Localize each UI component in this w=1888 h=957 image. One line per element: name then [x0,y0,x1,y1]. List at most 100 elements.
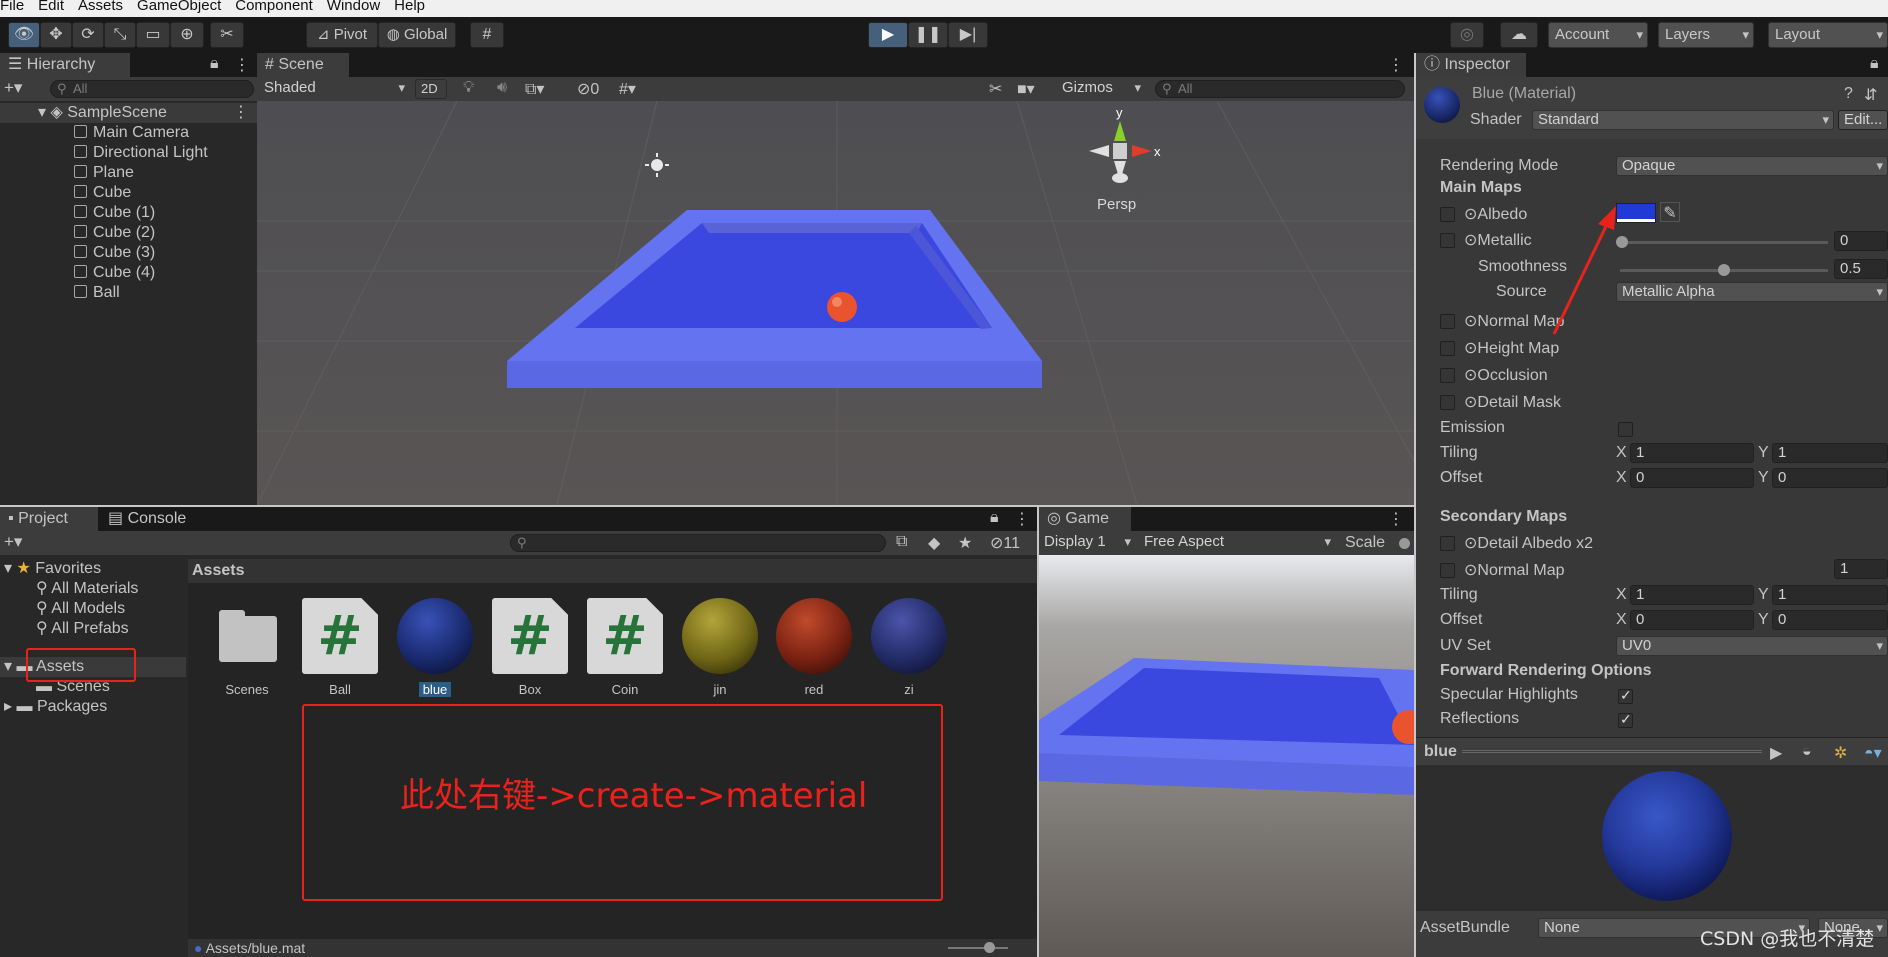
packages-folder-row[interactable]: ▸ ▬ Packages [0,697,186,717]
tab-hierarchy[interactable]: ☰ Hierarchy [0,53,130,77]
offset2-x-field[interactable]: 0 [1630,610,1754,630]
tab-inspector[interactable]: ⓘ Inspector [1416,53,1526,77]
account-dropdown[interactable]: Account [1548,22,1648,48]
aspect-dropdown[interactable]: Free Aspect [1139,533,1335,553]
hierarchy-item[interactable]: Cube (2) [0,223,257,243]
favorites-item[interactable]: ⚲ All Models [0,599,186,619]
asset-item[interactable]: # Coin [585,598,665,697]
transform-tool-button[interactable]: ⊕ [170,22,204,48]
asset-item[interactable]: # Box [490,598,570,697]
tab-game[interactable]: ◎ Game [1039,507,1131,531]
shader-edit-button[interactable]: Edit... [1838,110,1888,130]
normal-scale-field[interactable]: 1 [1834,559,1888,579]
scale-slider-knob[interactable] [1399,538,1410,549]
metallic-slider[interactable] [1616,236,1828,248]
preview-lights-icon[interactable]: ✲ [1834,743,1847,763]
asset-item[interactable]: red [774,598,854,697]
grid-snap-button[interactable]: # [470,22,504,48]
scene-viewport[interactable]: y x Persp [257,101,1414,505]
project-search-input[interactable]: ⚲ [510,534,886,552]
asset-item[interactable]: blue [395,598,475,697]
pause-button[interactable]: ❚❚ [908,22,948,48]
asset-item[interactable]: jin [680,598,760,697]
hierarchy-item[interactable]: Cube (1) [0,203,257,223]
menu-file[interactable]: File [0,0,24,13]
albedo-texture-slot[interactable] [1440,207,1455,222]
move-tool-button[interactable]: ✥ [40,22,72,48]
lock-icon[interactable]: 🔒︎ [990,509,999,527]
menu-assets[interactable]: Assets [78,0,123,13]
reflections-checkbox[interactable] [1618,711,1633,728]
favorites-item[interactable]: ⚲ All Prefabs [0,619,186,639]
favorites-item[interactable]: ⚲ All Materials [0,579,186,599]
lock-icon[interactable]: 🔒︎ [210,55,219,73]
help-icon[interactable]: ? [1844,85,1853,103]
normal-map-slot[interactable] [1440,314,1455,329]
filter-type-icon[interactable]: ⧉ [896,533,907,551]
menu-help[interactable]: Help [394,0,425,13]
tab-console[interactable]: ▤ Console [100,507,210,531]
metallic-value[interactable]: 0 [1834,231,1888,251]
lighting-icon[interactable]: 💡︎ [463,79,474,97]
play-button[interactable]: ▶ [868,22,908,48]
tiling-x-field[interactable]: 1 [1630,443,1754,463]
hierarchy-item[interactable]: Cube (4) [0,263,257,283]
custom-tool-button[interactable]: ✂ [210,22,244,48]
favorite-star-icon[interactable]: ★ [958,533,972,553]
tab-project[interactable]: ▪ Project [0,507,98,531]
gizmos-dropdown[interactable]: Gizmos [1057,79,1145,99]
tiling2-x-field[interactable]: 1 [1630,585,1754,605]
tiling-y-field[interactable]: 1 [1772,443,1888,463]
rotate-tool-button[interactable]: ⟳ [72,22,104,48]
menu-window[interactable]: Window [327,0,380,13]
layout-dropdown[interactable]: Layout [1768,22,1888,48]
pivot-button[interactable]: ⊿ Pivot [306,22,378,48]
view-tool-button[interactable]: 👁 [8,22,40,48]
detail-mask-slot[interactable] [1440,395,1455,410]
albedo-color-swatch[interactable] [1616,203,1656,223]
metallic-texture-slot[interactable] [1440,233,1455,248]
filter-label-icon[interactable]: ◆ [928,533,940,553]
mode-2d-button[interactable]: 2D [415,79,447,99]
grid-icon[interactable]: #▾ [619,79,636,99]
offset-x-field[interactable]: 0 [1630,468,1754,488]
tiling2-y-field[interactable]: 1 [1772,585,1888,605]
hierarchy-item[interactable]: Plane [0,163,257,183]
camera-icon[interactable]: ■▾ [1017,79,1035,99]
occlusion-slot[interactable] [1440,368,1455,383]
hidden-objects-icon[interactable]: ⊘0 [577,79,599,99]
smoothness-value[interactable]: 0.5 [1834,259,1888,279]
scene-menu-icon[interactable]: ⋮ [233,103,249,123]
specular-highlights-checkbox[interactable] [1618,687,1633,704]
layers-dropdown[interactable]: Layers [1658,22,1754,48]
preview-shape-icon[interactable]: ◓▾ [1864,743,1882,763]
preview-play-icon[interactable]: ▶ [1770,743,1782,763]
smoothness-slider[interactable] [1620,264,1828,276]
game-viewport[interactable] [1039,555,1414,957]
height-map-slot[interactable] [1440,341,1455,356]
hierarchy-search-input[interactable]: ⚲ All [50,80,254,98]
display-dropdown[interactable]: Display 1 [1039,533,1135,553]
hierarchy-item[interactable]: Cube (3) [0,243,257,263]
hierarchy-item[interactable]: Main Camera [0,123,257,143]
asset-item[interactable]: Scenes [207,598,287,697]
menu-component[interactable]: Component [235,0,313,13]
normal-map2-slot[interactable] [1440,563,1455,578]
settings-icon[interactable]: ⇵ [1864,85,1877,105]
more-menu-icon[interactable]: ⋮ [1388,509,1404,529]
uv-set-dropdown[interactable]: UV0 [1616,636,1888,656]
emission-checkbox[interactable] [1618,422,1633,437]
asset-item[interactable]: # Ball [300,598,380,697]
more-menu-icon[interactable]: ⋮ [1388,55,1404,75]
menu-gameobject[interactable]: GameObject [137,0,221,13]
step-button[interactable]: ▶| [948,22,988,48]
shading-mode-dropdown[interactable]: Shaded [259,79,409,99]
menu-edit[interactable]: Edit [38,0,64,13]
effects-icon[interactable]: ⧉▾ [525,79,544,99]
more-menu-icon[interactable]: ⋮ [1014,509,1030,529]
eyedropper-icon[interactable]: ✎ [1660,202,1680,222]
shader-dropdown[interactable]: Standard [1532,110,1834,130]
offset2-y-field[interactable]: 0 [1772,610,1888,630]
hierarchy-item[interactable]: Cube [0,183,257,203]
thumbnail-size-slider[interactable] [948,942,1008,953]
